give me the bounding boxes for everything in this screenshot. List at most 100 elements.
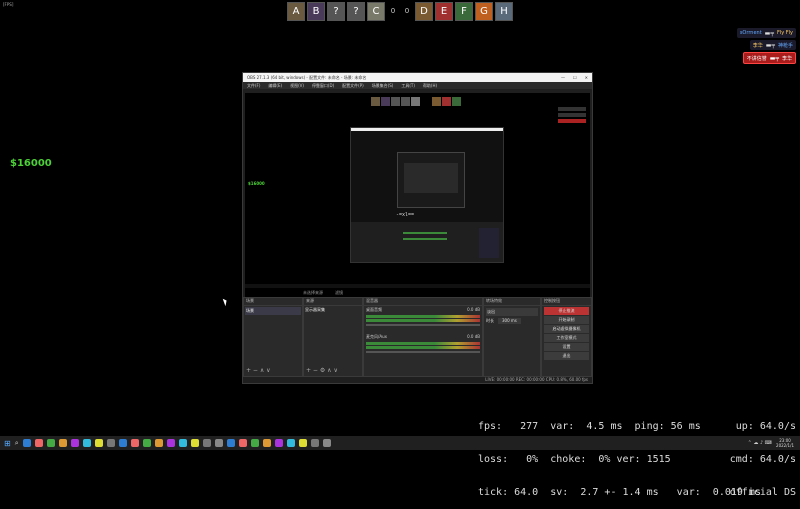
obs-titlebar[interactable]: OBS 27.1.3 (64 bit, windows) - 配置文件: 未命名… — [243, 73, 592, 82]
taskbar-app-icon[interactable] — [46, 439, 55, 447]
preview-scoreboard — [371, 97, 461, 106]
netgraph-line: fps: 277 var: 4.5 ms ping: 56 ms — [478, 421, 701, 432]
menu-tools[interactable]: 工具(T) — [401, 83, 415, 89]
menu-profile[interactable]: 配置文件(P) — [342, 83, 364, 89]
menu-file[interactable]: 文件(F) — [247, 83, 260, 89]
taskbar-app-icon[interactable] — [118, 439, 127, 447]
taskbar-app-icon[interactable] — [310, 439, 319, 447]
player-avatar: C — [367, 1, 385, 21]
tray-icons[interactable]: ⌃ ☁ ♪ ⌨ — [748, 440, 772, 446]
gun-icon: ▬╤ — [765, 41, 775, 49]
taskbar-app-icon[interactable] — [94, 439, 103, 447]
killfeed-victim: 李华 — [781, 55, 792, 62]
menu-docks[interactable]: 停靠窗口(D) — [312, 83, 334, 89]
exit-button[interactable]: 退出 — [544, 352, 589, 360]
windows-start-icon[interactable]: ⊞ — [4, 439, 11, 448]
mouse-cursor — [222, 297, 229, 307]
player-avatar: G — [475, 1, 493, 21]
audio-meter — [366, 315, 480, 318]
mixer-track-name: 麦克风/Aux — [366, 334, 387, 339]
taskbar-app-icon[interactable] — [106, 439, 115, 447]
studio-mode-button[interactable]: 工作室模式 — [544, 334, 589, 342]
taskbar-app-icon[interactable] — [238, 439, 247, 447]
taskbar-app-icon[interactable] — [214, 439, 223, 447]
close-icon[interactable]: ✕ — [585, 75, 588, 80]
taskbar-app-icon[interactable] — [82, 439, 91, 447]
player-avatar: H — [495, 1, 513, 21]
volume-slider[interactable] — [366, 351, 480, 353]
settings-button[interactable]: 设置 — [544, 343, 589, 351]
scenes-dock-title: 场景 — [244, 298, 302, 306]
t-score: 0 — [404, 7, 410, 15]
killfeed-attacker: sOrrnent — [739, 30, 762, 36]
taskbar-app-icon[interactable] — [166, 439, 175, 447]
audio-meter — [366, 346, 480, 349]
virtual-camera-button[interactable]: 启动虚拟摄像机 — [544, 325, 589, 333]
source-item[interactable]: 显示器采集 — [304, 306, 362, 314]
obs-window: OBS 27.1.3 (64 bit, windows) - 配置文件: 未命名… — [242, 72, 593, 384]
taskbar-date: 2022/1/1 — [776, 443, 794, 448]
taskbar-app-icon[interactable] — [202, 439, 211, 447]
taskbar-app-icon[interactable] — [250, 439, 259, 447]
menu-help[interactable]: 帮助(H) — [423, 83, 437, 89]
transitions-dock-title: 转场特效 — [484, 298, 540, 306]
audio-meter — [366, 342, 480, 345]
scenes-toolbar[interactable]: + − ∧ ∨ — [246, 367, 271, 374]
minimize-icon[interactable]: — — [561, 75, 565, 80]
player-avatar: B — [307, 1, 325, 21]
sources-dock: 来源 显示器采集 + − ⚙ ∧ ∨ — [303, 297, 363, 377]
start-recording-button[interactable]: 开始录制 — [544, 316, 589, 324]
player-avatar-unknown: ? — [347, 1, 365, 21]
taskbar-app-icon[interactable] — [22, 439, 31, 447]
taskbar-app-icon[interactable] — [274, 439, 283, 447]
taskbar-app-icon[interactable] — [70, 439, 79, 447]
player-avatar: F — [455, 1, 473, 21]
taskbar-app-icon[interactable] — [262, 439, 271, 447]
player-avatar: D — [415, 1, 433, 21]
killfeed-victim: 神枪手 — [777, 42, 793, 49]
taskbar-app-icon[interactable] — [154, 439, 163, 447]
taskbar-app-icon[interactable] — [178, 439, 187, 447]
taskbar-app-icon[interactable] — [142, 439, 151, 447]
transition-select[interactable]: 淡出 — [486, 308, 538, 316]
scenes-dock: 场景 场景 + − ∧ ∨ — [243, 297, 303, 377]
audio-meter — [366, 319, 480, 322]
menu-view[interactable]: 视图(V) — [290, 83, 304, 89]
filters-button[interactable]: 滤镜 — [335, 290, 343, 296]
obs-statusbar: LIVE: 00:00:00 REC: 00:00:00 CPU: 0.8%, … — [485, 377, 588, 382]
taskbar-app-icon[interactable] — [58, 439, 67, 447]
scoreboard: A B ? ? C 0 0 D E F G H — [287, 0, 513, 22]
obs-menubar: 文件(F) 编辑(E) 视图(V) 停靠窗口(D) 配置文件(P) 场景集合(S… — [243, 82, 592, 89]
taskbar-app-icon[interactable] — [286, 439, 295, 447]
no-source-hint: 未选择来源 — [303, 290, 323, 295]
mixer-track-name: 桌面音频 — [366, 307, 382, 312]
duration-input[interactable]: 300 ms — [498, 318, 521, 324]
sources-dock-title: 来源 — [304, 298, 362, 306]
taskbar-app-icon[interactable] — [130, 439, 139, 447]
windows-taskbar: ⊞ ⌕ ⌃ ☁ ♪ ⌨ 23:00 2022/1/1 — [0, 436, 800, 450]
gun-icon: ▬╤ — [764, 29, 774, 37]
scene-item[interactable]: 场景 — [245, 307, 301, 315]
sources-toolbar[interactable]: + − ⚙ ∧ ∨ — [306, 367, 338, 374]
mixer-track-db: 0.0 dB — [467, 307, 480, 312]
ct-score: 0 — [390, 7, 396, 15]
mixer-dock: 混音器 桌面音频 0.0 dB 麦克风/Aux 0.0 dB — [363, 297, 483, 377]
taskbar-app-icon[interactable] — [190, 439, 199, 447]
taskbar-app-icon[interactable] — [226, 439, 235, 447]
transitions-dock: 转场特效 淡出 时长 300 ms — [483, 297, 541, 377]
volume-slider[interactable] — [366, 324, 480, 326]
menu-edit[interactable]: 编辑(E) — [268, 83, 282, 89]
killfeed-entry: sOrrnent ▬╤ Fly Fly — [736, 28, 796, 38]
mixer-track-db: 0.0 dB — [467, 334, 480, 339]
taskbar-app-icon[interactable] — [322, 439, 331, 447]
maximize-icon[interactable]: ☐ — [573, 75, 577, 80]
taskbar-app-icon[interactable] — [298, 439, 307, 447]
taskbar-app-icon[interactable] — [34, 439, 43, 447]
menu-scene-collection[interactable]: 场景集合(S) — [372, 83, 394, 89]
netgraph-line: cmd: 64.0/s — [729, 454, 796, 465]
stop-streaming-button[interactable]: 停止推流 — [544, 307, 589, 315]
money-display: $16000 — [10, 158, 52, 169]
killfeed-victim: Fly Fly — [776, 30, 793, 36]
netgraph-line: tick: 64.0 sv: 2.7 +- 1.4 ms var: 0.019 … — [478, 487, 761, 498]
search-icon[interactable]: ⌕ — [15, 439, 19, 448]
